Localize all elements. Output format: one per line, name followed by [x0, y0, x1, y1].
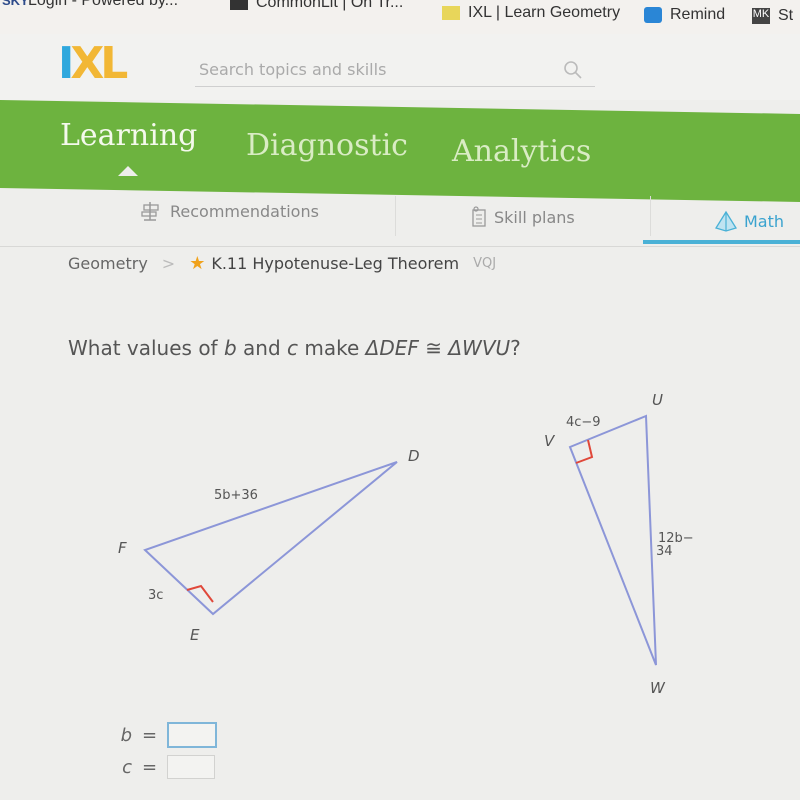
vertex-f: F	[118, 539, 127, 557]
hypotenuse-label-uw-line2: 34	[656, 544, 673, 559]
vertex-v: V	[544, 432, 556, 450]
leg-label-vu: 4c−9	[566, 415, 601, 430]
answer-row-b: b =	[118, 722, 218, 748]
triangle-diagram: D E F 5b+36 3c U V W 4c−9 12b− 34	[118, 391, 694, 697]
vertex-d: D	[408, 447, 420, 465]
leg-label-ef: 3c	[148, 588, 163, 603]
vertex-e: E	[190, 626, 200, 644]
answer-label-c: c	[122, 756, 132, 778]
answer-row-c: c =	[118, 755, 216, 779]
hypotenuse-label-def: 5b+36	[214, 488, 258, 503]
triangle-uvw	[568, 414, 657, 666]
answer-input-b[interactable]	[167, 722, 218, 748]
triangle-def	[143, 461, 398, 616]
vertex-w: W	[650, 679, 666, 697]
answer-label-b: b	[120, 724, 132, 746]
vertex-u: U	[652, 391, 663, 409]
answer-input-c[interactable]	[167, 755, 216, 779]
